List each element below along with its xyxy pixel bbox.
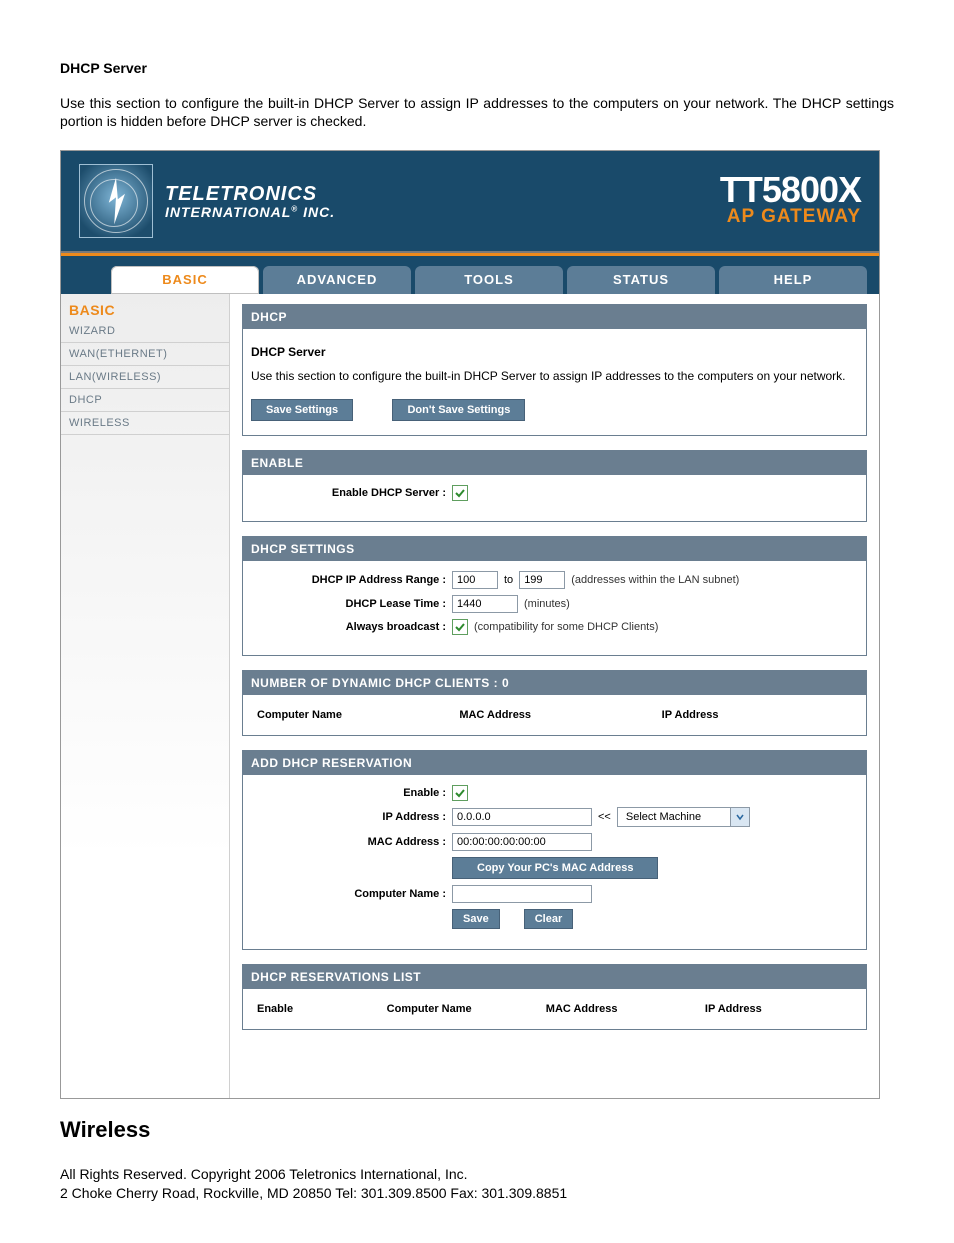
reservations-list-title: DHCP RESERVATIONS LIST bbox=[243, 965, 866, 989]
chevron-down-icon bbox=[730, 808, 749, 826]
product-model: TT5800X bbox=[720, 175, 861, 206]
sidebar-item-wizard[interactable]: WIZARD bbox=[61, 320, 229, 343]
broadcast-checkbox[interactable] bbox=[452, 619, 468, 635]
enable-panel-title: ENABLE bbox=[243, 451, 866, 475]
clients-panel-title: NUMBER OF DYNAMIC DHCP CLIENTS : 0 bbox=[243, 671, 866, 695]
sidebar-item-lan[interactable]: LAN(WIRELESS) bbox=[61, 366, 229, 389]
tab-advanced[interactable]: ADVANCED bbox=[263, 266, 411, 294]
brand-line1: TELETRONICS bbox=[165, 184, 335, 205]
dhcp-panel-title: DHCP bbox=[243, 305, 866, 329]
res-ip-label: IP Address : bbox=[251, 811, 452, 823]
enable-dhcp-label: Enable DHCP Server : bbox=[251, 487, 452, 499]
doc-title: DHCP Server bbox=[60, 60, 894, 76]
add-reservation-title: ADD DHCP RESERVATION bbox=[243, 751, 866, 775]
res-clear-button[interactable]: Clear bbox=[524, 909, 574, 929]
dhcp-server-desc: Use this section to configure the built-… bbox=[251, 369, 858, 383]
sidebar-item-dhcp[interactable]: DHCP bbox=[61, 389, 229, 412]
sidebar-item-wireless[interactable]: WIRELESS bbox=[61, 412, 229, 435]
res-mac-label: MAC Address : bbox=[251, 836, 452, 848]
reslist-col-name: Computer Name bbox=[381, 1003, 540, 1015]
res-name-label: Computer Name : bbox=[251, 888, 452, 900]
tab-status[interactable]: STATUS bbox=[567, 266, 715, 294]
clients-panel: NUMBER OF DYNAMIC DHCP CLIENTS : 0 Compu… bbox=[242, 670, 867, 736]
contact-text: 2 Choke Cherry Road, Rockville, MD 20850… bbox=[60, 1184, 894, 1203]
range-to-word: to bbox=[504, 574, 513, 586]
banner: TELETRONICS INTERNATIONAL® INC. TT5800X … bbox=[61, 151, 879, 253]
tab-basic[interactable]: BASIC bbox=[111, 266, 259, 294]
reslist-col-ip: IP Address bbox=[699, 1003, 858, 1015]
res-enable-label: Enable : bbox=[251, 787, 452, 799]
res-mac-input[interactable] bbox=[452, 833, 592, 851]
range-to-input[interactable] bbox=[519, 571, 565, 589]
content-area: DHCP DHCP Server Use this section to con… bbox=[230, 294, 879, 1098]
app-frame: TELETRONICS INTERNATIONAL® INC. TT5800X … bbox=[60, 150, 880, 1099]
lease-unit: (minutes) bbox=[524, 598, 570, 610]
top-tabs: BASIC ADVANCED TOOLS STATUS HELP bbox=[61, 256, 879, 294]
tab-tools[interactable]: TOOLS bbox=[415, 266, 563, 294]
tab-help[interactable]: HELP bbox=[719, 266, 867, 294]
globe-logo-icon bbox=[79, 164, 153, 238]
sidebar-heading: BASIC bbox=[61, 298, 229, 320]
clients-col-computer-name: Computer Name bbox=[251, 709, 453, 721]
reservations-list-panel: DHCP RESERVATIONS LIST Enable Computer N… bbox=[242, 964, 867, 1030]
reslist-col-mac: MAC Address bbox=[540, 1003, 699, 1015]
res-ip-arrow: << bbox=[598, 811, 611, 823]
save-settings-button[interactable]: Save Settings bbox=[251, 399, 353, 421]
sidebar-item-wan[interactable]: WAN(ETHERNET) bbox=[61, 343, 229, 366]
range-note: (addresses within the LAN subnet) bbox=[571, 574, 739, 586]
clients-col-ip: IP Address bbox=[656, 709, 858, 721]
doc-intro: Use this section to configure the built-… bbox=[60, 94, 894, 130]
broadcast-note: (compatibility for some DHCP Clients) bbox=[474, 621, 658, 633]
broadcast-label: Always broadcast : bbox=[251, 621, 452, 633]
lease-label: DHCP Lease Time : bbox=[251, 598, 452, 610]
sidebar: BASIC WIZARD WAN(ETHERNET) LAN(WIRELESS)… bbox=[61, 294, 230, 1098]
brand-line2-text: INTERNATIONAL bbox=[165, 204, 291, 220]
select-machine-label: Select Machine bbox=[618, 808, 730, 826]
product-subtitle: AP GATEWAY bbox=[720, 206, 861, 228]
res-enable-checkbox[interactable] bbox=[452, 785, 468, 801]
dhcp-settings-title: DHCP SETTINGS bbox=[243, 537, 866, 561]
reslist-col-enable: Enable bbox=[251, 1003, 381, 1015]
add-reservation-panel: ADD DHCP RESERVATION Enable : IP Addres bbox=[242, 750, 867, 950]
brand-suffix: INC. bbox=[303, 204, 335, 220]
enable-dhcp-checkbox[interactable] bbox=[452, 485, 468, 501]
select-machine-dropdown[interactable]: Select Machine bbox=[617, 807, 750, 827]
copy-pc-mac-button[interactable]: Copy Your PC's MAC Address bbox=[452, 857, 658, 879]
copyright-text: All Rights Reserved. Copyright 2006 Tele… bbox=[60, 1165, 894, 1184]
dont-save-settings-button[interactable]: Don't Save Settings bbox=[392, 399, 525, 421]
res-name-input[interactable] bbox=[452, 885, 592, 903]
res-save-button[interactable]: Save bbox=[452, 909, 500, 929]
dhcp-server-heading: DHCP Server bbox=[251, 345, 858, 359]
brand-line2: INTERNATIONAL® INC. bbox=[165, 205, 335, 220]
next-section-heading: Wireless bbox=[60, 1117, 894, 1143]
enable-panel: ENABLE Enable DHCP Server : bbox=[242, 450, 867, 522]
res-ip-input[interactable] bbox=[452, 808, 592, 826]
clients-col-mac: MAC Address bbox=[453, 709, 655, 721]
dhcp-settings-panel: DHCP SETTINGS DHCP IP Address Range : to… bbox=[242, 536, 867, 656]
lease-input[interactable] bbox=[452, 595, 518, 613]
dhcp-panel: DHCP DHCP Server Use this section to con… bbox=[242, 304, 867, 436]
range-from-input[interactable] bbox=[452, 571, 498, 589]
range-label: DHCP IP Address Range : bbox=[251, 574, 452, 586]
